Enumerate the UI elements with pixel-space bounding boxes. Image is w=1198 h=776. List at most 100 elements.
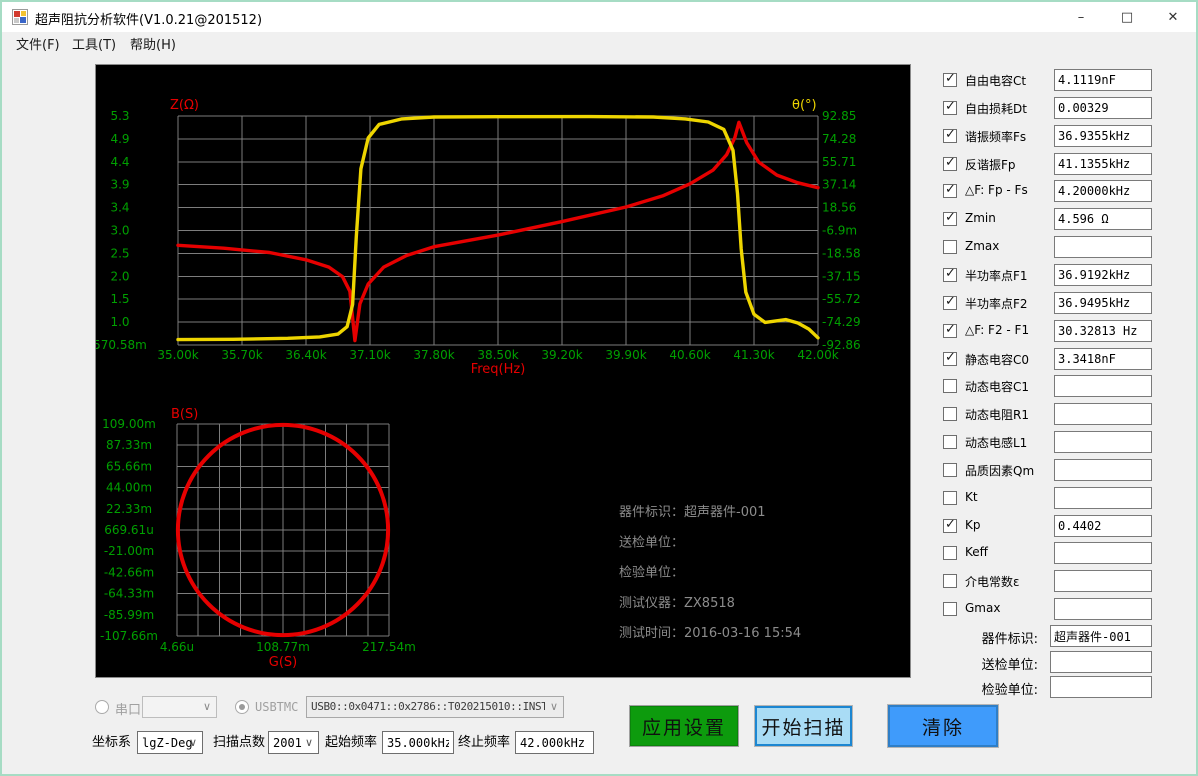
result-label: Keff: [965, 545, 988, 559]
chevron-down-icon: ∨: [550, 700, 558, 713]
result-row: Keff: [940, 542, 1198, 564]
start-frequency-input[interactable]: [382, 731, 454, 754]
svg-text:39.20k: 39.20k: [541, 348, 582, 362]
serial-port-select[interactable]: ∨: [142, 696, 217, 718]
result-checkbox[interactable]: [943, 240, 957, 254]
result-checkbox[interactable]: [943, 546, 957, 560]
svg-text:4.4: 4.4: [110, 155, 129, 169]
result-value-input[interactable]: [1054, 125, 1152, 147]
result-label: Zmin: [965, 211, 996, 225]
svg-text:-74.29: -74.29: [822, 315, 861, 329]
result-value-input[interactable]: [1054, 292, 1152, 314]
chevron-down-icon: ∨: [305, 736, 313, 749]
coord-system-value: lgZ-Deg: [142, 736, 193, 750]
result-value-input[interactable]: [1054, 97, 1152, 119]
svg-text:4.66u: 4.66u: [160, 640, 194, 654]
result-row: Kp: [940, 515, 1198, 537]
result-row: 动态电阻R1: [940, 403, 1198, 425]
result-value-input[interactable]: [1054, 236, 1152, 258]
usbtmc-radio[interactable]: [235, 700, 249, 714]
svg-text:-64.33m: -64.33m: [104, 587, 154, 601]
result-checkbox[interactable]: [943, 296, 957, 310]
result-checkbox[interactable]: [943, 463, 957, 477]
result-checkbox[interactable]: [943, 491, 957, 505]
serial-label: 串口: [115, 699, 141, 718]
result-row: 品质因素Qm: [940, 459, 1198, 481]
device-info-line: 检验单位：: [619, 565, 684, 581]
result-value-input[interactable]: [1054, 264, 1152, 286]
result-value-input[interactable]: [1054, 431, 1152, 453]
sweep-points-value: 2001: [273, 736, 302, 750]
svg-text:109.00m: 109.00m: [102, 417, 156, 431]
menu-file[interactable]: 文件(F): [10, 32, 66, 60]
stop-frequency-label: 终止频率: [458, 731, 510, 754]
clear-button[interactable]: 清除: [888, 705, 998, 747]
result-value-input[interactable]: [1054, 598, 1152, 620]
result-value-input[interactable]: [1054, 180, 1152, 202]
serial-radio[interactable]: [95, 700, 109, 714]
result-checkbox[interactable]: [943, 268, 957, 282]
maximize-button[interactable]: □: [1104, 2, 1150, 32]
result-value-input[interactable]: [1054, 320, 1152, 342]
close-button[interactable]: ✕: [1150, 2, 1196, 32]
apply-settings-button[interactable]: 应用设置: [629, 705, 739, 747]
svg-text:55.71: 55.71: [822, 155, 856, 169]
svg-text:74.28: 74.28: [822, 132, 856, 146]
minimize-button[interactable]: –: [1058, 2, 1104, 32]
result-checkbox[interactable]: [943, 324, 957, 338]
usbtmc-address-select[interactable]: USB0::0x0471::0x2786::T020215010::INSTR …: [306, 696, 564, 718]
result-value-input[interactable]: [1054, 208, 1152, 230]
svg-text:G(S): G(S): [269, 655, 297, 670]
coord-system-select[interactable]: lgZ-Deg ∨: [137, 731, 203, 754]
result-checkbox[interactable]: [943, 73, 957, 87]
result-checkbox[interactable]: [943, 379, 957, 393]
svg-text:2.5: 2.5: [110, 246, 129, 260]
stop-frequency-input[interactable]: [515, 731, 594, 754]
svg-text:-107.66m: -107.66m: [100, 629, 158, 643]
id-field-input[interactable]: [1050, 651, 1152, 673]
start-scan-button[interactable]: 开始扫描: [755, 706, 852, 746]
result-checkbox[interactable]: [943, 129, 957, 143]
result-row: 反谐振Fp: [940, 153, 1198, 175]
result-label: Gmax: [965, 601, 1000, 615]
result-checkbox[interactable]: [943, 435, 957, 449]
result-value-input[interactable]: [1054, 542, 1152, 564]
result-checkbox[interactable]: [943, 352, 957, 366]
result-checkbox[interactable]: [943, 157, 957, 171]
menu-help[interactable]: 帮助(H): [124, 32, 182, 60]
svg-text:-6.9m: -6.9m: [822, 224, 857, 238]
device-info-line: 测试时间：2016-03-16 15:54: [619, 626, 801, 641]
id-field-input[interactable]: [1050, 625, 1152, 647]
usbtmc-address-value: USB0::0x0471::0x2786::T020215010::INSTR: [311, 700, 545, 713]
connection-bar: 串口 ∨ USBTMC USB0::0x0471::0x2786::T02021…: [2, 696, 1196, 718]
result-checkbox[interactable]: [943, 574, 957, 588]
result-label: 半功率点F2: [965, 295, 1028, 312]
result-value-input[interactable]: [1054, 487, 1152, 509]
result-checkbox[interactable]: [943, 407, 957, 421]
chevron-down-icon: ∨: [203, 700, 211, 713]
result-value-input[interactable]: [1054, 375, 1152, 397]
result-value-input[interactable]: [1054, 69, 1152, 91]
result-checkbox[interactable]: [943, 101, 957, 115]
result-checkbox[interactable]: [943, 519, 957, 533]
svg-text:Freq(Hz): Freq(Hz): [471, 362, 526, 377]
result-label: 静态电容C0: [965, 351, 1029, 368]
result-checkbox[interactable]: [943, 602, 957, 616]
result-value-input[interactable]: [1054, 459, 1152, 481]
svg-text:18.56: 18.56: [822, 201, 856, 215]
result-value-input[interactable]: [1054, 403, 1152, 425]
menu-tools[interactable]: 工具(T): [66, 32, 122, 60]
result-value-input[interactable]: [1054, 348, 1152, 370]
result-checkbox[interactable]: [943, 212, 957, 226]
sweep-points-select[interactable]: 2001 ∨: [268, 731, 319, 754]
id-field-input[interactable]: [1050, 676, 1152, 698]
result-label: 反谐振Fp: [965, 156, 1016, 173]
result-value-input[interactable]: [1054, 515, 1152, 537]
result-checkbox[interactable]: [943, 184, 957, 198]
result-value-input[interactable]: [1054, 153, 1152, 175]
result-value-input[interactable]: [1054, 570, 1152, 592]
result-row: 自由损耗Dt: [940, 97, 1198, 119]
result-label: △F: F2 - F1: [965, 323, 1029, 337]
svg-text:θ(°): θ(°): [792, 98, 817, 113]
plot-panel: 5.34.94.43.93.43.02.52.01.51.0570.58m92.…: [95, 64, 911, 678]
